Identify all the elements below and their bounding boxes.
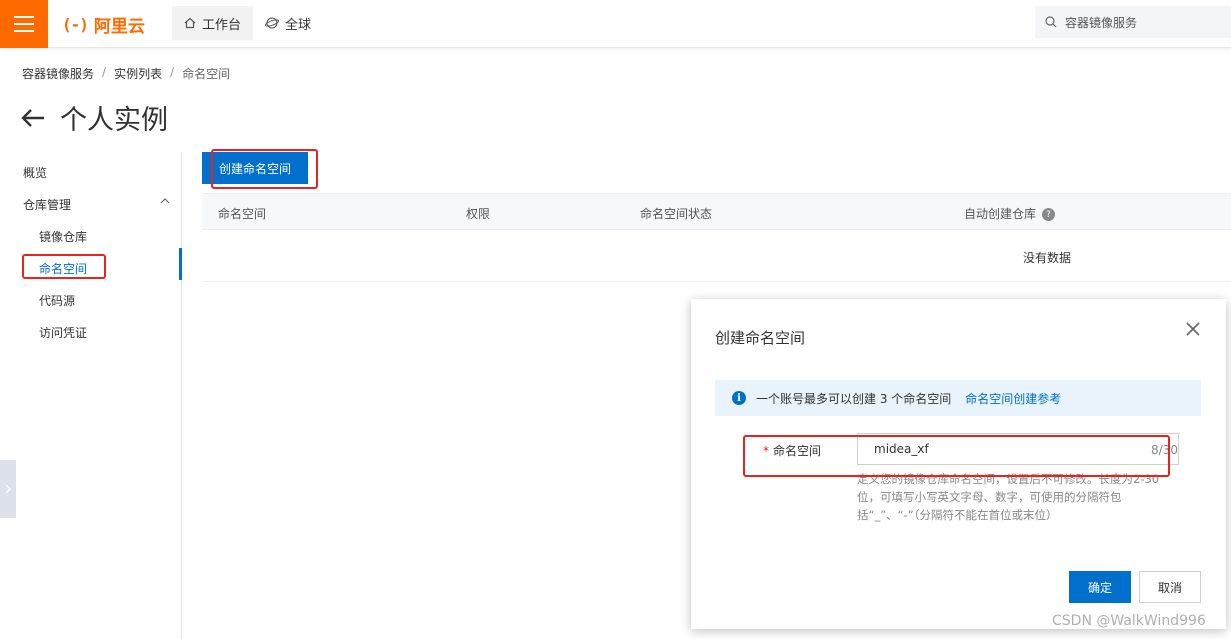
highlight-box xyxy=(743,435,1170,477)
globe-icon xyxy=(265,17,280,29)
top-bar: (-) 阿里云 工作台 全球 容器镜像服务 xyxy=(0,0,1231,48)
highlight-box xyxy=(22,254,106,279)
info-notice: i 一个账号最多可以创建 3 个命名空间 命名空间创建参考 xyxy=(715,380,1201,416)
top-nav: 工作台 全球 xyxy=(172,6,323,40)
breadcrumb-separator: / xyxy=(170,65,175,79)
dialog-title: 创建命名空间 xyxy=(715,329,806,347)
confirm-button[interactable]: 确定 xyxy=(1069,571,1131,603)
help-icon[interactable]: ? xyxy=(1042,208,1056,221)
sidebar-expand-tab[interactable] xyxy=(0,460,16,518)
chevron-right-icon xyxy=(5,484,11,494)
highlight-box xyxy=(211,149,318,189)
page-title: 个人实例 xyxy=(60,105,168,136)
column-header-status: 命名空间状态 xyxy=(640,207,713,221)
column-header-permission: 权限 xyxy=(466,207,491,221)
page-title-row: 个人实例 xyxy=(20,98,168,137)
home-icon xyxy=(184,17,196,29)
sidebar-active-indicator xyxy=(179,248,182,280)
sidebar-item-overview[interactable]: 概览 xyxy=(23,164,47,181)
close-icon[interactable] xyxy=(1185,321,1201,337)
nav-workbench[interactable]: 工作台 xyxy=(172,6,254,40)
breadcrumb: 容器镜像服务 / 实例列表 / 命名空间 xyxy=(22,65,230,82)
search-box[interactable]: 容器镜像服务 xyxy=(1035,6,1231,38)
notice-text: 一个账号最多可以创建 3 个命名空间 xyxy=(756,391,952,406)
namespace-help-text: 定义您的镜像仓库命名空间，设置后不可修改。长度为2-30位，可填写小写英文字母、… xyxy=(857,472,1160,522)
info-icon: i xyxy=(732,391,746,405)
hamburger-menu-button[interactable] xyxy=(0,0,48,48)
sidebar-item-access-credentials[interactable]: 访问凭证 xyxy=(39,324,87,341)
column-header-namespace: 命名空间 xyxy=(218,207,267,221)
nav-global[interactable]: 全球 xyxy=(253,6,323,40)
empty-state-text: 没有数据 xyxy=(1023,251,1072,265)
logo-mark: (-) xyxy=(62,15,89,34)
table-header: 命名空间 权限 命名空间状态 自动创建仓库? xyxy=(202,193,1231,230)
breadcrumb-item[interactable]: 实例列表 xyxy=(114,65,162,82)
back-arrow-icon[interactable] xyxy=(20,107,46,129)
sidebar-item-code-source[interactable]: 代码源 xyxy=(39,292,75,309)
sidebar-group-repo-management[interactable]: 仓库管理 xyxy=(23,196,71,213)
logo-text: 阿里云 xyxy=(93,17,145,37)
column-header-auto-create-repo: 自动创建仓库? xyxy=(964,205,1056,222)
notice-link[interactable]: 命名空间创建参考 xyxy=(965,390,1061,407)
breadcrumb-current: 命名空间 xyxy=(182,67,231,81)
search-placeholder: 容器镜像服务 xyxy=(1065,15,1138,30)
search-icon xyxy=(1045,16,1057,28)
nav-workbench-label: 工作台 xyxy=(202,17,242,33)
chevron-up-icon[interactable] xyxy=(160,198,170,204)
cancel-button[interactable]: 取消 xyxy=(1139,571,1201,603)
nav-global-label: 全球 xyxy=(285,17,312,33)
breadcrumb-separator: / xyxy=(102,65,107,79)
menu-icon xyxy=(14,16,34,32)
breadcrumb-item[interactable]: 容器镜像服务 xyxy=(22,65,94,82)
column-header-auto-create-repo-label: 自动创建仓库 xyxy=(964,207,1037,221)
sidebar-item-image-repos[interactable]: 镜像仓库 xyxy=(39,228,87,245)
sidebar: 概览 仓库管理 镜像仓库 命名空间 代码源 访问凭证 xyxy=(0,152,182,639)
table-empty-row: 没有数据 xyxy=(202,230,1231,282)
aliyun-logo[interactable]: (-) 阿里云 xyxy=(62,12,145,37)
watermark-text: CSDN @WalkWind996 xyxy=(1052,613,1206,629)
